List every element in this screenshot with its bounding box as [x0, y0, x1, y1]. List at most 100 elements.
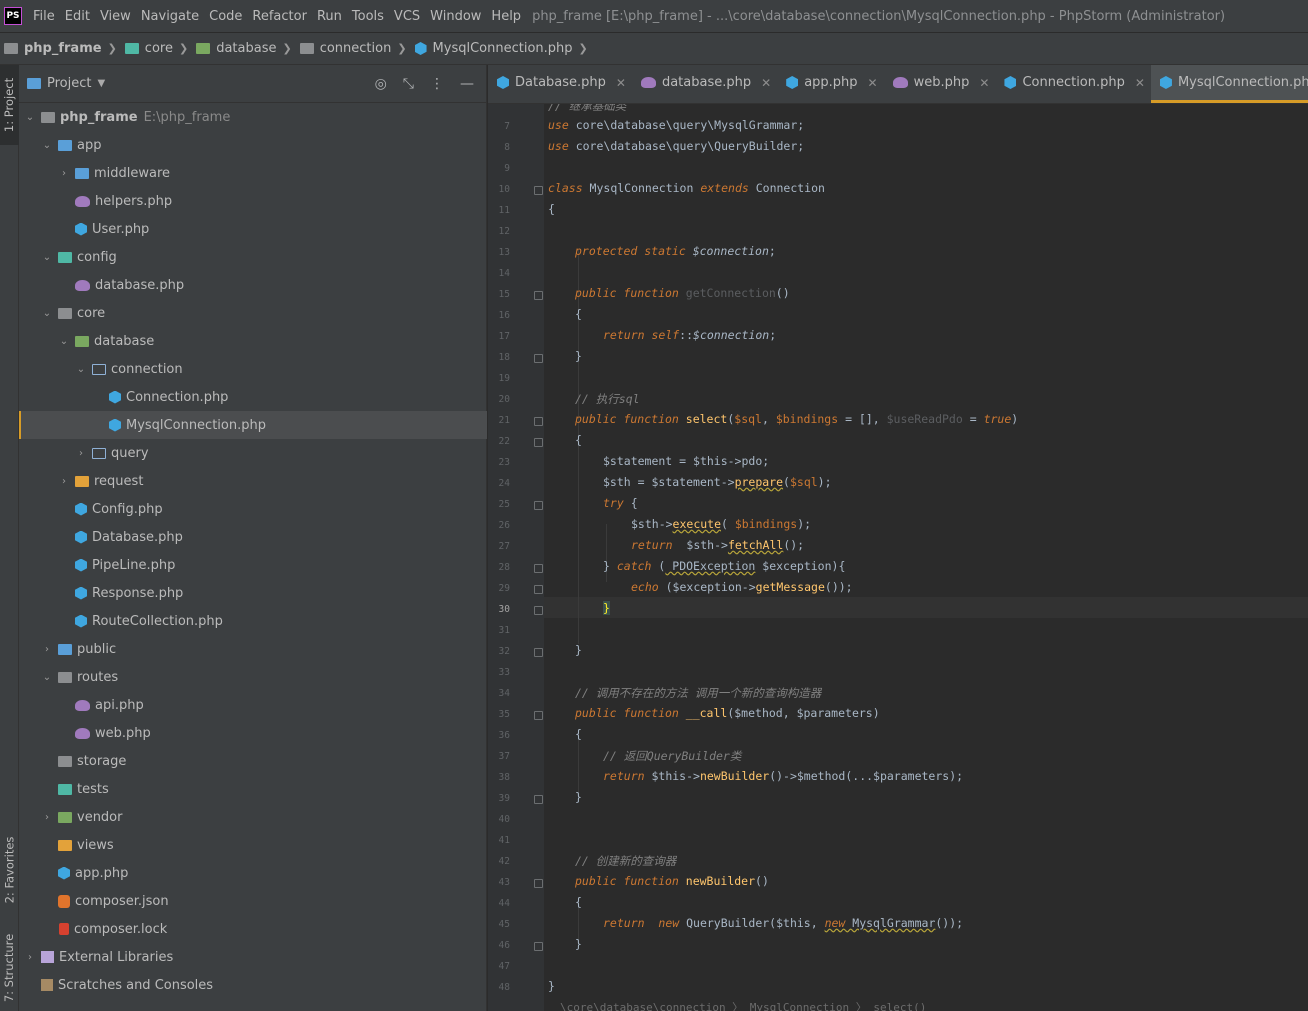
tree-item[interactable]: tests: [19, 775, 487, 803]
menu-navigate[interactable]: Navigate: [136, 9, 204, 24]
tree-item[interactable]: PipeLine.php: [19, 551, 487, 579]
fold-marker-icon[interactable]: [534, 417, 543, 426]
tree-root[interactable]: ⌄ php_frame E:\php_frame: [19, 103, 487, 131]
tree-item[interactable]: › middleware: [19, 159, 487, 187]
settings-menu-icon[interactable]: ⋮: [430, 76, 444, 92]
tree-item[interactable]: Response.php: [19, 579, 487, 607]
menu-file[interactable]: File: [28, 9, 60, 24]
fold-marker-icon[interactable]: [534, 564, 543, 573]
menu-view[interactable]: View: [95, 9, 136, 24]
tree-item[interactable]: › request: [19, 467, 487, 495]
chevron-down-icon[interactable]: ⌄: [40, 252, 54, 263]
close-icon[interactable]: ✕: [979, 76, 989, 90]
tab-mysqlconnection-php[interactable]: MysqlConnection.php✕: [1150, 65, 1308, 103]
tab-web-php[interactable]: web.php ✕: [884, 65, 996, 103]
chevron-down-icon[interactable]: ⌄: [40, 140, 54, 151]
hide-panel-icon[interactable]: —: [460, 76, 474, 92]
tree-item[interactable]: Connection.php: [19, 383, 487, 411]
side-tab-label: 7: Structure: [2, 933, 17, 1002]
tree-item[interactable]: api.php: [19, 691, 487, 719]
editor-breadcrumb[interactable]: \core\database\connection 〉 MysqlConnect…: [560, 999, 926, 1011]
tree-item[interactable]: RouteCollection.php: [19, 607, 487, 635]
chevron-right-icon[interactable]: ›: [40, 644, 54, 655]
chevron-down-icon[interactable]: ⌄: [40, 308, 54, 319]
chevron-down-icon[interactable]: ⌄: [23, 112, 37, 123]
breadcrumb-database[interactable]: database: [196, 41, 276, 56]
fold-marker-icon[interactable]: [534, 354, 543, 363]
breadcrumb-file[interactable]: MysqlConnection.php: [414, 41, 573, 56]
tree-item[interactable]: ⌄ config: [19, 243, 487, 271]
breadcrumb-connection[interactable]: connection: [299, 41, 391, 56]
menu-run[interactable]: Run: [312, 9, 347, 24]
tree-item[interactable]: › public: [19, 635, 487, 663]
code-editor[interactable]: 7 8 9 10 11 12 13 14 15 16 17 18 19 20 21 22 23 24 25 26 27 2…: [488, 104, 1308, 1011]
tree-item[interactable]: views: [19, 831, 487, 859]
side-tab-structure[interactable]: 7: Structure: [0, 925, 19, 1010]
tree-item-selected[interactable]: MysqlConnection.php: [19, 411, 487, 439]
chevron-right-icon[interactable]: ›: [23, 952, 37, 963]
close-icon[interactable]: ✕: [868, 76, 878, 90]
fold-marker-icon[interactable]: [534, 711, 543, 720]
chevron-right-icon[interactable]: ›: [74, 448, 88, 459]
tree-item[interactable]: database.php: [19, 271, 487, 299]
folder-icon: [58, 839, 72, 851]
close-icon[interactable]: ✕: [616, 76, 626, 90]
close-icon[interactable]: ✕: [761, 76, 771, 90]
chevron-down-icon[interactable]: ⌄: [74, 364, 88, 375]
locate-file-icon[interactable]: ◎: [375, 76, 387, 92]
tree-item[interactable]: Config.php: [19, 495, 487, 523]
fold-marker-icon[interactable]: [534, 438, 543, 447]
tree-item[interactable]: ⌄ database: [19, 327, 487, 355]
tree-item[interactable]: ⌄ core: [19, 299, 487, 327]
tree-item[interactable]: ⌄ routes: [19, 663, 487, 691]
fold-marker-icon[interactable]: [534, 585, 543, 594]
indent-guide: [606, 524, 607, 582]
tree-item[interactable]: Scratches and Consoles: [19, 971, 487, 999]
tab-app-php[interactable]: app.php ✕: [777, 65, 883, 103]
tree-item[interactable]: › vendor: [19, 803, 487, 831]
chevron-down-icon[interactable]: ⌄: [57, 336, 71, 347]
fold-marker-icon[interactable]: [534, 606, 543, 615]
fold-marker-icon[interactable]: [534, 291, 543, 300]
side-tab-project[interactable]: 1: Project: [0, 65, 19, 145]
tree-item[interactable]: ⌄ connection: [19, 355, 487, 383]
chevron-right-icon[interactable]: ›: [40, 812, 54, 823]
breadcrumb-project[interactable]: php_frame: [4, 41, 102, 56]
tree-item[interactable]: › External Libraries: [19, 943, 487, 971]
menu-window[interactable]: Window: [425, 9, 486, 24]
chevron-right-icon[interactable]: ›: [57, 168, 71, 179]
menu-edit[interactable]: Edit: [60, 9, 95, 24]
tree-item[interactable]: storage: [19, 747, 487, 775]
tree-item[interactable]: composer.json: [19, 887, 487, 915]
fold-marker-icon[interactable]: [534, 501, 543, 510]
menu-refactor[interactable]: Refactor: [247, 9, 312, 24]
tree-item[interactable]: › query: [19, 439, 487, 467]
chevron-down-icon[interactable]: ⌄: [40, 672, 54, 683]
breadcrumb-core[interactable]: core: [124, 41, 173, 56]
tree-item[interactable]: ⌄ app: [19, 131, 487, 159]
fold-marker-icon[interactable]: [534, 879, 543, 888]
fold-marker-icon[interactable]: [534, 186, 543, 195]
side-tab-favorites[interactable]: 2: Favorites: [0, 825, 19, 915]
fold-marker-icon[interactable]: [534, 795, 543, 804]
tree-item[interactable]: Database.php: [19, 523, 487, 551]
menu-help[interactable]: Help: [486, 9, 526, 24]
menu-tools[interactable]: Tools: [347, 9, 389, 24]
project-view-selector[interactable]: Project: [47, 76, 91, 91]
tree-item[interactable]: helpers.php: [19, 187, 487, 215]
chevron-right-icon[interactable]: ›: [57, 476, 71, 487]
menu-code[interactable]: Code: [204, 9, 247, 24]
close-icon[interactable]: ✕: [1135, 76, 1145, 90]
fold-marker-icon[interactable]: [534, 648, 543, 657]
tab-database-config[interactable]: database.php ✕: [632, 65, 777, 103]
tree-item[interactable]: app.php: [19, 859, 487, 887]
tab-connection-php[interactable]: Connection.php ✕: [995, 65, 1151, 103]
menu-vcs[interactable]: VCS: [389, 9, 425, 24]
chevron-down-icon[interactable]: ▼: [97, 78, 105, 89]
tree-item[interactable]: User.php: [19, 215, 487, 243]
tree-item[interactable]: composer.lock: [19, 915, 487, 943]
tab-database-php[interactable]: Database.php ✕: [488, 65, 632, 103]
collapse-all-icon[interactable]: ⤡: [403, 76, 414, 92]
tree-item[interactable]: web.php: [19, 719, 487, 747]
fold-marker-icon[interactable]: [534, 942, 543, 951]
